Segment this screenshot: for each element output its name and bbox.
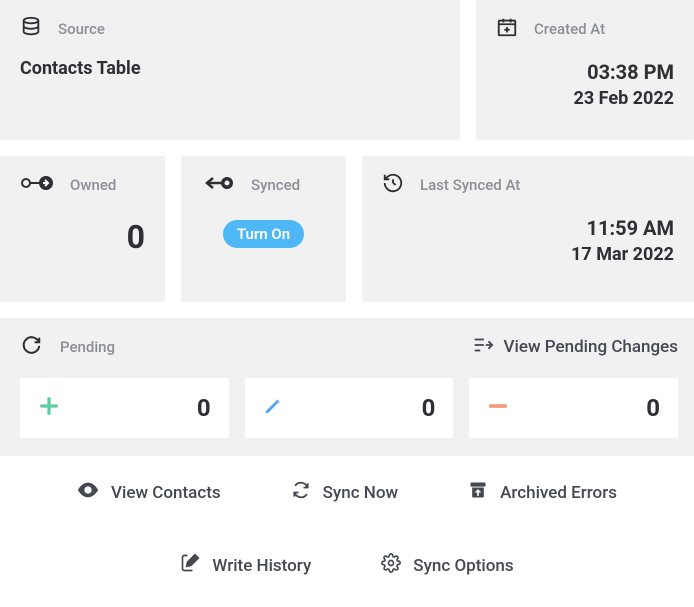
view-pending-changes-label: View Pending Changes <box>504 337 678 357</box>
archive-icon <box>468 480 488 505</box>
created-at-time: 03:38 PM <box>496 60 674 84</box>
eye-icon <box>77 482 99 503</box>
view-contacts-button[interactable]: View Contacts <box>77 480 221 505</box>
owned-label: Owned <box>70 176 116 194</box>
sync-arrow-icon <box>201 172 235 198</box>
source-card: Source Contacts Table <box>0 0 460 140</box>
write-history-label: Write History <box>212 556 311 576</box>
source-value: Contacts Table <box>20 58 440 79</box>
last-synced-date: 17 Mar 2022 <box>382 244 674 265</box>
synced-label: Synced <box>251 176 300 194</box>
synced-card: Synced Turn On <box>181 156 346 302</box>
key-arrow-icon <box>20 172 54 198</box>
list-arrow-icon <box>472 335 494 360</box>
edit-note-icon <box>180 553 200 578</box>
source-label: Source <box>58 20 105 38</box>
calendar-plus-icon <box>496 16 518 42</box>
plus-icon <box>38 395 60 421</box>
view-contacts-label: View Contacts <box>111 483 221 503</box>
write-history-button[interactable]: Write History <box>180 553 311 578</box>
archived-errors-button[interactable]: Archived Errors <box>468 480 617 505</box>
gear-icon <box>381 553 401 578</box>
database-icon <box>20 16 42 42</box>
actions-bar: View Contacts Sync Now Archived Errors <box>0 456 694 586</box>
sync-options-button[interactable]: Sync Options <box>381 553 513 578</box>
pending-edited-counter: 0 <box>245 378 454 438</box>
last-synced-time: 11:59 AM <box>382 216 674 240</box>
pending-added-value: 0 <box>197 394 211 422</box>
refresh-icon <box>20 334 42 360</box>
owned-card: Owned 0 <box>0 156 165 302</box>
pending-removed-value: 0 <box>646 394 660 422</box>
sync-icon <box>291 480 311 505</box>
pending-edited-value: 0 <box>422 394 436 422</box>
created-at-label: Created At <box>534 20 605 38</box>
pending-added-counter: 0 <box>20 378 229 438</box>
created-at-date: 23 Feb 2022 <box>496 88 674 109</box>
pencil-icon <box>263 396 283 420</box>
last-synced-card: Last Synced At 11:59 AM 17 Mar 2022 <box>362 156 694 302</box>
created-at-card: Created At 03:38 PM 23 Feb 2022 <box>476 0 694 140</box>
sync-options-label: Sync Options <box>413 556 513 576</box>
sync-now-label: Sync Now <box>323 483 399 503</box>
turn-on-button[interactable]: Turn On <box>223 220 304 248</box>
pending-label: Pending <box>60 338 115 356</box>
minus-icon <box>487 395 509 421</box>
pending-card: Pending View Pending Changes 0 <box>0 318 694 456</box>
sync-now-button[interactable]: Sync Now <box>291 480 399 505</box>
pending-removed-counter: 0 <box>469 378 678 438</box>
last-synced-label: Last Synced At <box>420 176 520 194</box>
archived-errors-label: Archived Errors <box>500 483 617 503</box>
history-icon <box>382 172 404 198</box>
owned-value: 0 <box>20 218 145 256</box>
view-pending-changes-link[interactable]: View Pending Changes <box>472 335 678 360</box>
